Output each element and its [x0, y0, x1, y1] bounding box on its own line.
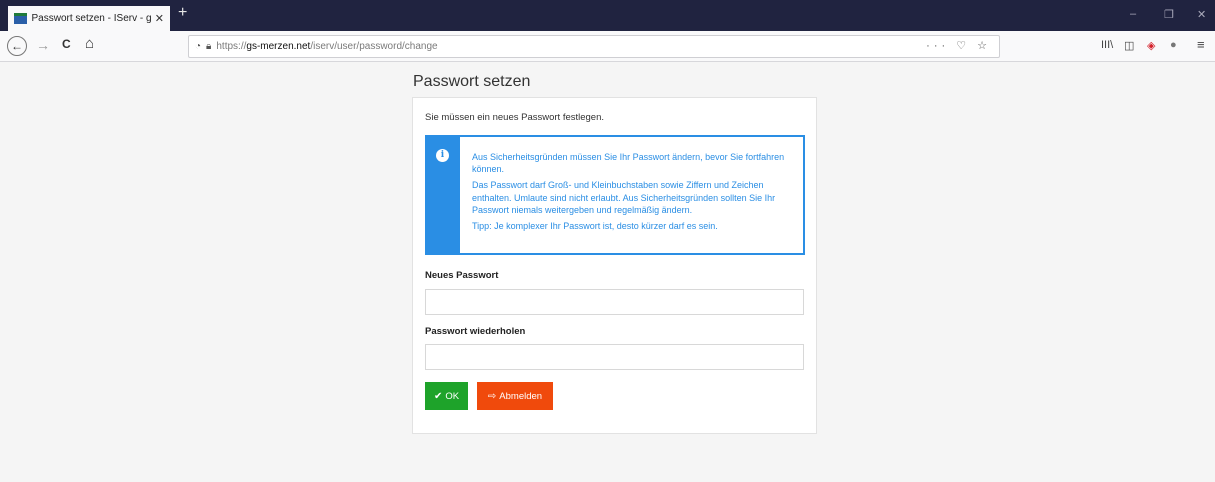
repeat-password-input[interactable]: [425, 344, 804, 370]
shield-icon[interactable]: ◈: [1147, 39, 1155, 52]
new-tab-button[interactable]: +: [178, 4, 187, 22]
url-text: https://gs-merzen.net/iserv/user/passwor…: [216, 41, 438, 52]
password-panel: Sie müssen ein neues Passwort festlegen.…: [412, 97, 817, 434]
alert-sidebar: i: [427, 137, 460, 253]
home-button[interactable]: ⌂: [85, 35, 94, 52]
new-password-input[interactable]: [425, 289, 804, 315]
extension-icon[interactable]: ●: [1170, 39, 1177, 51]
page-actions[interactable]: ··· ♡ ☆: [926, 39, 991, 52]
logout-button[interactable]: ⇨ Abmelden: [477, 382, 553, 410]
alert-paragraph: Das Passwort darf Groß- und Kleinbuchsta…: [472, 180, 776, 215]
repeat-password-label: Passwort wiederholen: [425, 326, 526, 337]
ok-button[interactable]: ✔ OK: [425, 382, 468, 410]
checkmark-icon: ✔: [433, 390, 443, 402]
info-alert: i Aus Sicherheitsgründen müssen Sie Ihr …: [425, 135, 805, 255]
browser-tab[interactable]: Passwort setzen - IServ - gs-me ✕: [8, 6, 170, 31]
minimize-button[interactable]: –: [1130, 8, 1136, 20]
menu-icon[interactable]: ≡: [1197, 37, 1205, 52]
restore-button[interactable]: ❐: [1164, 8, 1174, 21]
intro-text: Sie müssen ein neues Passwort festlegen.: [425, 112, 605, 123]
library-icon[interactable]: III\: [1101, 39, 1113, 51]
url-bar[interactable]: ◔ 🔒︎ https://gs-merzen.net/iserv/user/pa…: [188, 35, 1000, 58]
tracking-shield-icon[interactable]: ◔: [195, 41, 201, 52]
new-password-label: Neues Passwort: [425, 270, 499, 281]
reload-button[interactable]: C: [62, 37, 71, 51]
page-title: Passwort setzen: [413, 73, 531, 90]
browser-tab-bar: Passwort setzen - IServ - gs-me ✕ + – ❐ …: [0, 0, 1215, 31]
alert-paragraph: Tipp: Je komplexer Ihr Passwort ist, des…: [472, 221, 718, 232]
tab-close-icon[interactable]: ✕: [155, 12, 164, 25]
alert-paragraph: Aus Sicherheitsgründen müssen Sie Ihr Pa…: [472, 152, 785, 175]
tab-title: Passwort setzen - IServ - gs-me: [31, 13, 151, 24]
alert-text: Aus Sicherheitsgründen müssen Sie Ihr Pa…: [472, 151, 802, 236]
navigation-toolbar: ← → C ⌂ ◔ 🔒︎ https://gs-merzen.net/iserv…: [0, 31, 1215, 62]
logout-label: Abmelden: [499, 390, 543, 402]
forward-button[interactable]: →: [36, 37, 50, 53]
lock-icon[interactable]: 🔒︎: [206, 41, 211, 52]
back-button[interactable]: ←: [7, 36, 27, 56]
sidebar-icon[interactable]: ◫: [1124, 39, 1134, 52]
logout-icon: ⇨: [487, 390, 497, 402]
iserv-favicon-icon: [14, 13, 27, 24]
ok-label: OK: [445, 390, 460, 402]
close-window-button[interactable]: ✕: [1197, 8, 1206, 21]
info-icon: i: [436, 149, 449, 162]
